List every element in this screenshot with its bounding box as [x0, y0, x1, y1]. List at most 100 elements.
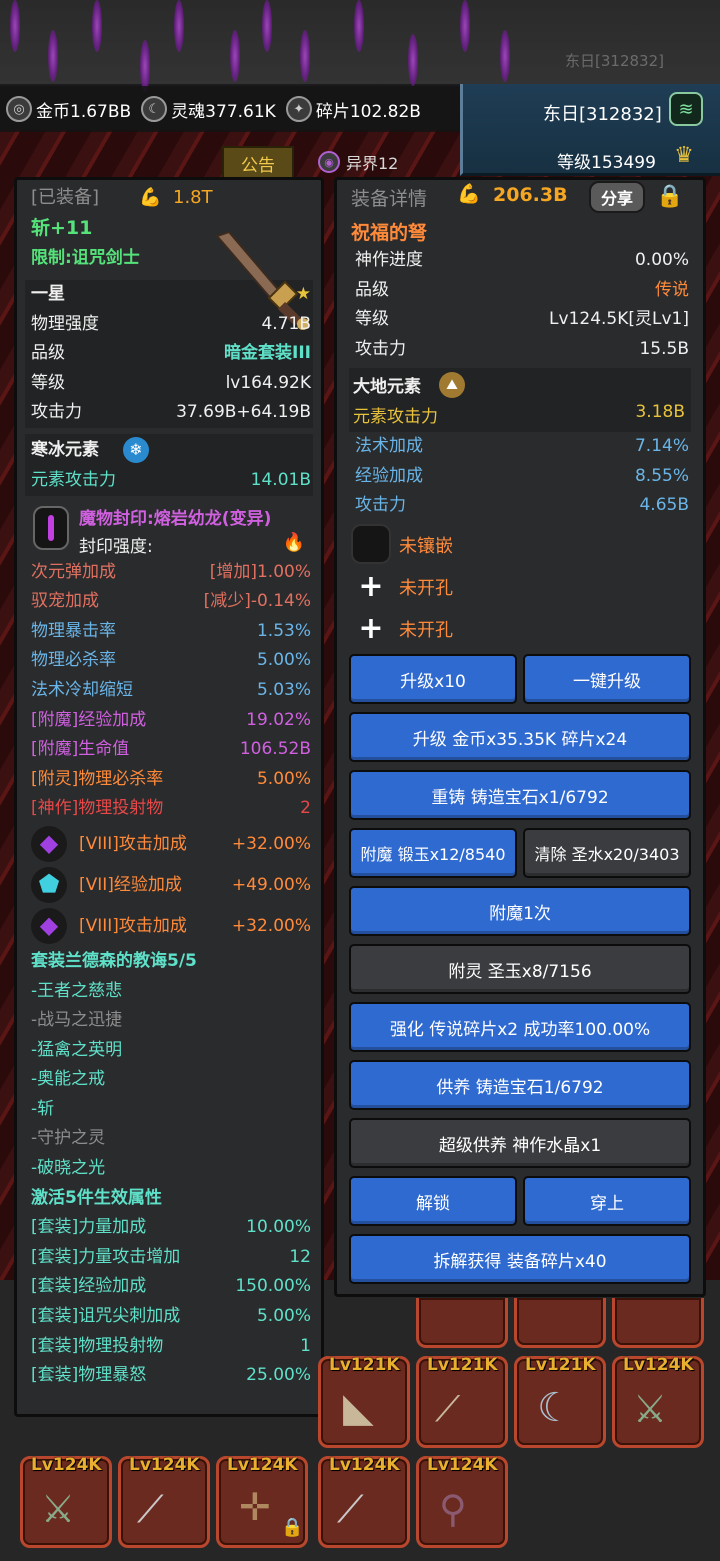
item-detail-panel: 装备详情 💪 206.3B 分享 🔒 祝福的弩 神作进度 0.00% 品级 传说…: [334, 177, 706, 1297]
detail-stats: 神作进度 0.00% 品级 传说 等级 Lv124.5K[灵Lv1] 攻击力 1…: [351, 246, 689, 364]
purple-spike-decoration: [174, 0, 184, 52]
strength-arm-icon: 💪: [457, 183, 481, 205]
set-bonus-row: [套装]经验加成 150.00%: [27, 1272, 311, 1302]
spirit-attach-button[interactable]: 附灵 圣玉x8/7156: [349, 944, 691, 994]
inventory-slot[interactable]: Lv124K ⟋: [118, 1455, 210, 1548]
strengthen-button[interactable]: 强化 传说碎片x2 成功率100.00%: [349, 1002, 691, 1052]
clear-enchant-button[interactable]: 清除 圣水x20/3403: [523, 828, 691, 878]
dual-sword-icon: ⚔: [41, 1487, 76, 1531]
set-bonus-row: [套装]物理暴怒 25.00%: [27, 1361, 311, 1391]
stat-row: 法术加成 7.14%: [351, 432, 689, 462]
stat-value: 4.65B: [639, 495, 689, 516]
unlock-button[interactable]: 解锁: [349, 1176, 517, 1226]
inventory-slot[interactable]: Lv121K ⟋: [416, 1355, 508, 1448]
set-bonus-title-row: 激活5件生效属性: [27, 1184, 311, 1214]
resource-bar: ◎ 金币1.67BB ☾ 灵魂377.61K ✦ 碎片102.82B: [0, 86, 460, 132]
inventory-slot[interactable]: Lv121K ◣: [318, 1355, 410, 1448]
inventory-slot[interactable]: Lv121K ☾: [514, 1355, 606, 1448]
stat-label: 元素攻击力: [353, 407, 438, 427]
stat-label: 攻击力: [355, 338, 406, 359]
inventory-slot[interactable]: Lv124K ✛ 🔒: [216, 1455, 308, 1548]
slot-level: Lv124K: [227, 1455, 298, 1475]
equipped-item-panel: [已装备] 💪 1.8T 斩+11 限制:诅咒剑士 一星 ★ 物理强度 4.71…: [14, 177, 324, 1417]
purple-spike-decoration: [10, 0, 20, 52]
element-row: 寒冰元素 ❄: [27, 434, 311, 466]
stat-label: 等级: [31, 372, 65, 393]
inventory-slot[interactable]: [416, 1298, 508, 1348]
socket-status: 未开孔: [399, 620, 453, 641]
stat-value: 1: [300, 1335, 311, 1356]
detail-power: 206.3B: [493, 184, 568, 206]
equipped-power: 1.8T: [173, 187, 213, 208]
gem-label: [VII]经验加成: [79, 874, 182, 895]
stat-value: 19.02%: [246, 709, 311, 730]
plus-icon[interactable]: +: [351, 608, 391, 648]
inventory-slot[interactable]: Lv124K ⚔: [20, 1455, 112, 1548]
element-name: 寒冰元素: [31, 439, 99, 460]
plus-icon[interactable]: +: [351, 566, 391, 606]
claw-badge-icon[interactable]: ≋: [669, 92, 703, 126]
set-bonus-row: [套装]物理投射物 1: [27, 1332, 311, 1362]
purple-spike-decoration: [230, 30, 240, 82]
lock-icon: 🔒: [281, 1517, 304, 1538]
enchant-once-button[interactable]: 附魔1次: [349, 886, 691, 936]
mace-weapon-icon: ⚲: [439, 1487, 467, 1531]
set-piece-row: -猛禽之英明: [27, 1036, 311, 1066]
player-card[interactable]: 东日[312832] 等级153499 ≋ ♛: [460, 84, 720, 176]
stat-row: 攻击力 15.5B: [351, 335, 689, 365]
set-bonus-row: [套装]力量加成 10.00%: [27, 1213, 311, 1243]
stat-row: 等级 lv164.92K: [27, 369, 311, 399]
recast-button[interactable]: 重铸 铸造宝石x1/6792: [349, 770, 691, 820]
extra-stat-row: [附灵]物理必杀率 5.00%: [27, 765, 311, 795]
crossbow-icon: ✛: [239, 1485, 271, 1529]
purple-spike-decoration: [408, 34, 418, 86]
equip-button[interactable]: 穿上: [523, 1176, 691, 1226]
stat-row: 品级 传说: [351, 276, 689, 306]
empty-socket-slot[interactable]: [351, 524, 391, 564]
inventory-slot[interactable]: Lv124K ⚔: [612, 1355, 704, 1448]
stat-row: 经验加成 8.55%: [351, 462, 689, 492]
purple-spike-decoration: [300, 30, 310, 82]
upgrade-all-button[interactable]: 一键升级: [523, 654, 691, 704]
stat-label: [附魔]生命值: [31, 739, 130, 760]
inventory-slot[interactable]: Lv124K ⟋: [318, 1455, 410, 1548]
stat-label: 次元弹加成: [31, 561, 116, 582]
soul-icon: ☾: [141, 96, 168, 122]
purple-spike-decoration: [48, 30, 58, 82]
enchant-button[interactable]: 附魔 锻玉x12/8540: [349, 828, 517, 878]
upgrade-cost-button[interactable]: 升级 金币x35.35K 碎片x24: [349, 712, 691, 762]
shard-icon: ✦: [285, 96, 312, 122]
cyan-gem-icon: ⬟: [31, 866, 67, 903]
slot-level: Lv121K: [525, 1355, 596, 1375]
stat-label: 驭宠加成: [31, 591, 99, 612]
share-button[interactable]: 分享: [589, 181, 645, 213]
nurture-button[interactable]: 供养 铸造宝石1/6792: [349, 1060, 691, 1110]
inventory-slot[interactable]: [612, 1298, 704, 1348]
stat-value: [增加]1.00%: [209, 561, 311, 582]
lock-icon[interactable]: 🔒: [653, 182, 687, 212]
dismantle-button[interactable]: 拆解获得 装备碎片x40: [349, 1234, 691, 1284]
announcement-button[interactable]: 公告: [222, 146, 294, 180]
strength-arm-icon: 💪: [139, 187, 162, 208]
stat-label: [套装]物理投射物: [31, 1335, 164, 1356]
stat-value: 10.00%: [246, 1217, 311, 1238]
upgrade-x10-button[interactable]: 升级x10: [349, 654, 517, 704]
extra-stat-row: [神作]物理投射物 2: [27, 794, 311, 824]
stat-value: 5.00%: [256, 650, 311, 671]
stat-label: 元素攻击力: [31, 469, 116, 490]
otherworld-indicator[interactable]: ◉ 异界12: [318, 148, 398, 176]
element-stat-row: 元素攻击力 14.01B: [27, 466, 311, 496]
super-nurture-button[interactable]: 超级供养 神作水晶x1: [349, 1118, 691, 1168]
set-piece: -王者之慈悲: [31, 980, 123, 1001]
dual-sword-icon: ⚔: [633, 1387, 668, 1431]
set-piece-row: -斩: [27, 1095, 311, 1125]
crown-icon[interactable]: ♛: [669, 140, 699, 170]
snowflake-icon: ❄: [123, 436, 149, 463]
detail-item-name: 祝福的弩: [351, 222, 428, 244]
stat-label: 品级: [355, 279, 389, 300]
background-server-tag: 东日[312832]: [565, 52, 664, 70]
star-row: 一星 ★: [27, 280, 311, 310]
inventory-slot[interactable]: Lv124K ⚲: [416, 1455, 508, 1548]
inventory-slot[interactable]: [514, 1298, 606, 1348]
purple-gem-icon: ◆: [31, 825, 67, 862]
